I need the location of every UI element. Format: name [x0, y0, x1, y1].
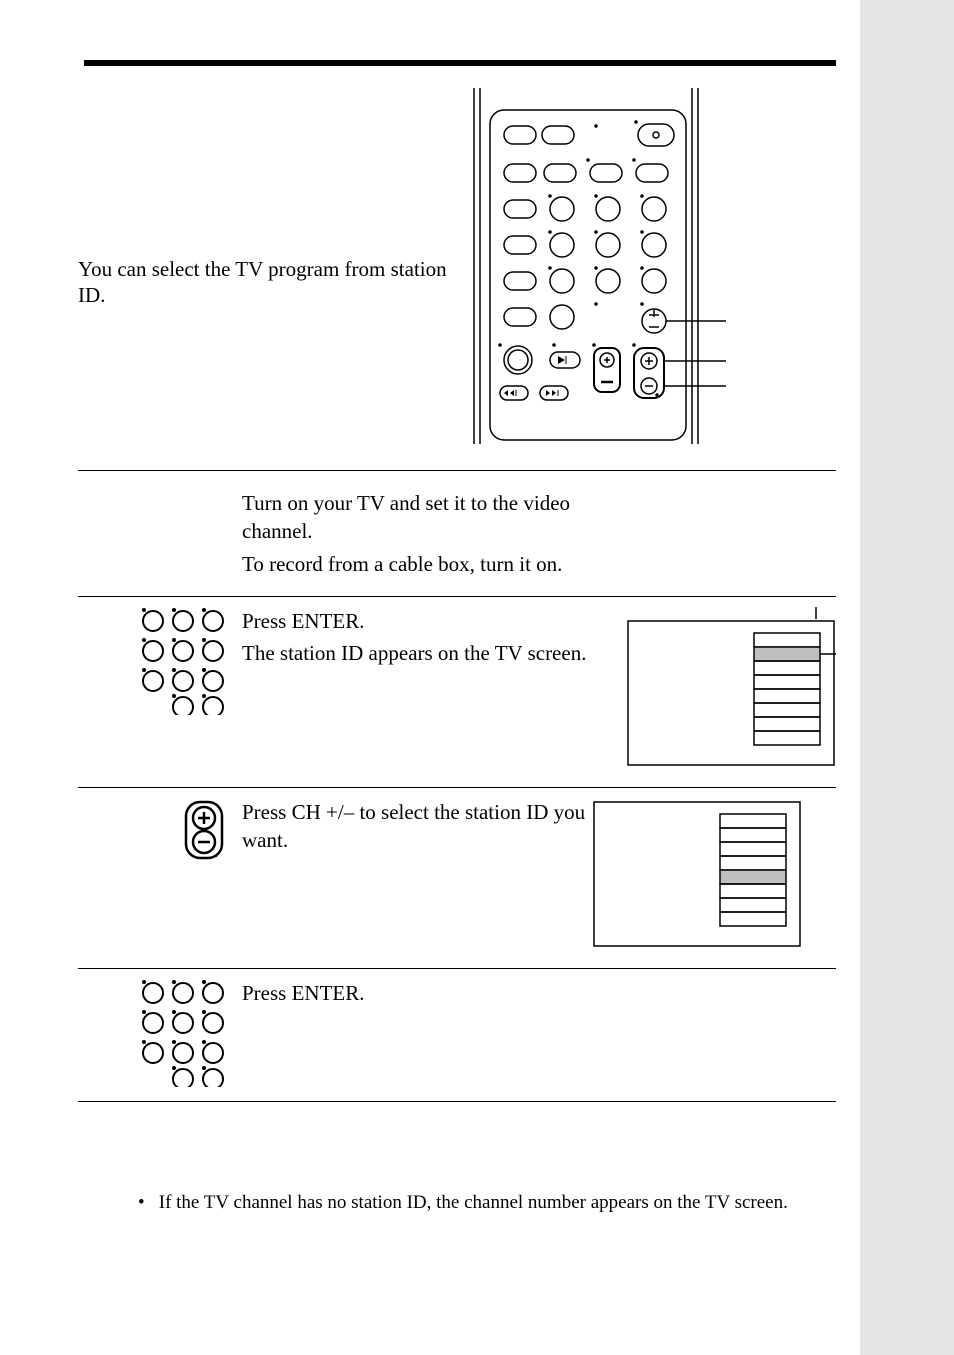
step-row-3: Press CH +/– to select the station ID yo…	[78, 788, 836, 969]
footnote-text: If the TV channel has no station ID, the…	[159, 1192, 788, 1213]
footnote: • If the TV channel has no station ID, t…	[78, 1192, 836, 1214]
content-area: You can select the TV program from stati…	[78, 86, 836, 1214]
step-text: Press ENTER.	[242, 607, 626, 635]
step-text: Press CH +/– to select the station ID yo…	[242, 798, 592, 855]
step-row-1: Turn on your TV and set it to the video …	[78, 479, 836, 597]
top-rule	[84, 60, 836, 66]
step-icon-empty	[78, 485, 242, 489]
step-body-2: Press ENTER. The station ID appears on t…	[242, 603, 626, 672]
intro-text: You can select the TV program from stati…	[78, 86, 448, 309]
tv-screen-icon	[592, 794, 802, 948]
step-body-4: Press ENTER.	[242, 975, 626, 1011]
bullet-icon: •	[138, 1192, 154, 1214]
step-text: To record from a cable box, turn it on.	[242, 550, 626, 578]
step-row-4: Press ENTER.	[78, 969, 836, 1102]
step-row-2: Press ENTER. The station ID appears on t…	[78, 597, 836, 788]
numpad-icon	[78, 975, 242, 1087]
ch-plus-minus-icon	[78, 794, 242, 862]
step-extra-empty	[626, 975, 836, 979]
numpad-icon	[78, 603, 242, 715]
step-text: Turn on your TV and set it to the video …	[242, 489, 626, 546]
separator	[78, 470, 836, 471]
step-body-1: Turn on your TV and set it to the video …	[242, 485, 626, 582]
remote-icon	[466, 86, 766, 446]
step-text: Press ENTER.	[242, 979, 626, 1007]
remote-diagram-wrap	[448, 86, 836, 446]
step-body-3: Press CH +/– to select the station ID yo…	[242, 794, 592, 859]
manual-page: You can select the TV program from stati…	[0, 0, 860, 1355]
step-extra-empty	[626, 485, 836, 489]
tv-screen-icon	[626, 603, 836, 767]
intro-row: You can select the TV program from stati…	[78, 86, 836, 456]
step-text: The station ID appears on the TV screen.	[242, 639, 626, 667]
